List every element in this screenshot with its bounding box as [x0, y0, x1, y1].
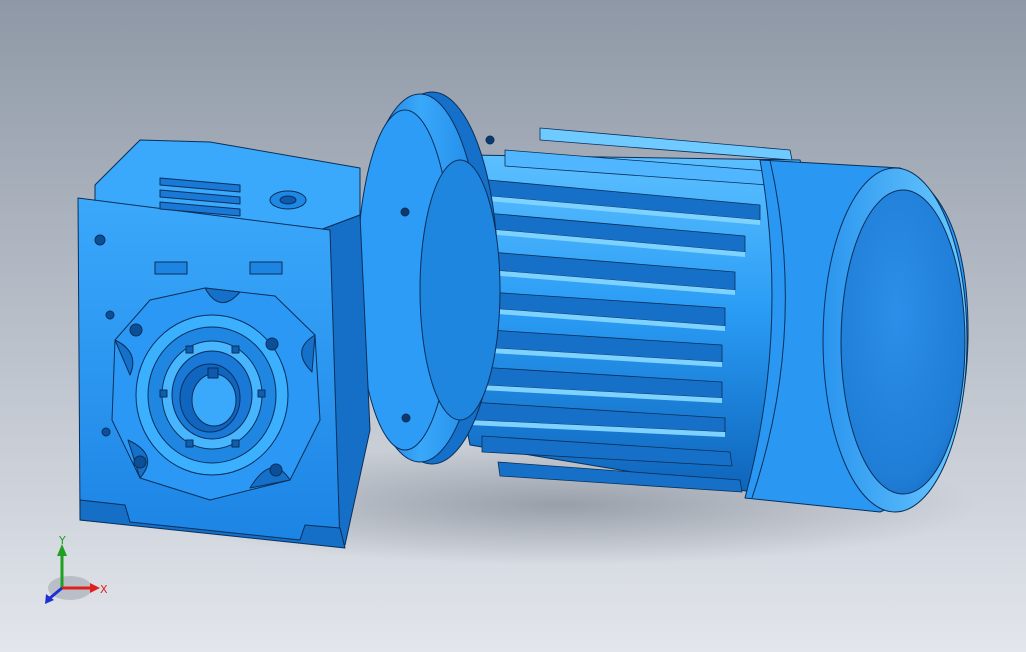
worm-gearbox[interactable]	[77, 139, 371, 549]
y-axis-label: Y	[58, 534, 66, 547]
x-axis-label: X	[100, 583, 108, 596]
top-plug-inner	[279, 195, 297, 205]
mount-lug	[249, 261, 283, 275]
3d-viewport[interactable]: Y X	[0, 0, 1026, 652]
output-bore-inner	[191, 373, 237, 427]
motor-flange[interactable]	[356, 91, 501, 465]
mount-lug	[154, 261, 188, 275]
top-ribs	[159, 177, 241, 217]
flange-spigot	[419, 159, 501, 421]
motor[interactable]	[454, 127, 969, 513]
flange-bolt-hole	[485, 135, 495, 145]
keyway	[207, 367, 219, 379]
fan-cover-face	[840, 189, 966, 495]
model-scene[interactable]: Y X	[0, 0, 1026, 652]
flange-bolt-hole	[401, 413, 411, 423]
flange-bolt-hole	[400, 207, 410, 217]
